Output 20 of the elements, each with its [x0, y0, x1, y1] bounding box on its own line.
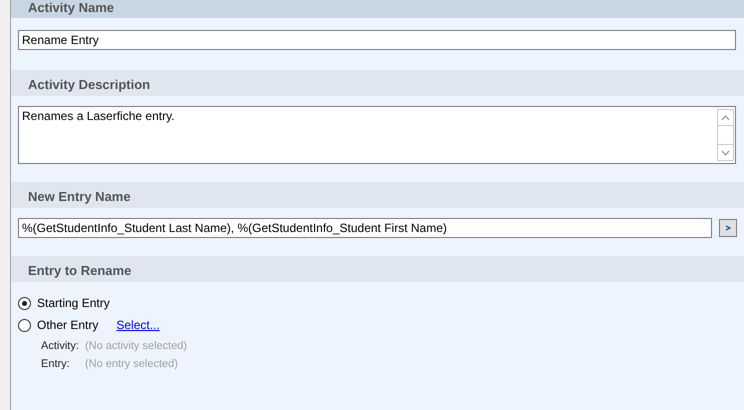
section-header: Entry to Rename [11, 256, 744, 282]
select-link[interactable]: Select... [116, 316, 160, 334]
detail-label: Entry: [41, 356, 71, 372]
scroll-down-icon[interactable] [717, 144, 734, 161]
text-field[interactable]: Rename Entry [18, 30, 736, 50]
chevron-right-icon [725, 225, 731, 231]
detail-value: (No activity selected) [85, 339, 188, 354]
section-header: New Entry Name [11, 182, 744, 208]
insert-token-button[interactable] [719, 219, 737, 237]
entry-name-field[interactable]: %(GetStudentInfo_Student Last Name), %(GetStudentInfo_Student First Name) [18, 218, 712, 238]
description-field[interactable]: Renames a Laserfiche entry. [18, 106, 736, 164]
radio-button[interactable] [18, 318, 31, 332]
section-header: Activity Description [11, 70, 744, 96]
radio-button[interactable] [18, 296, 31, 310]
detail-value: (No entry selected) [85, 356, 178, 372]
detail-label: Activity: [41, 339, 80, 354]
radio-label[interactable]: Starting Entry [37, 294, 110, 312]
radio-label[interactable]: Other Entry [37, 316, 98, 334]
scroll-up-icon[interactable] [717, 109, 734, 126]
section-header: Activity Name [11, 0, 744, 18]
